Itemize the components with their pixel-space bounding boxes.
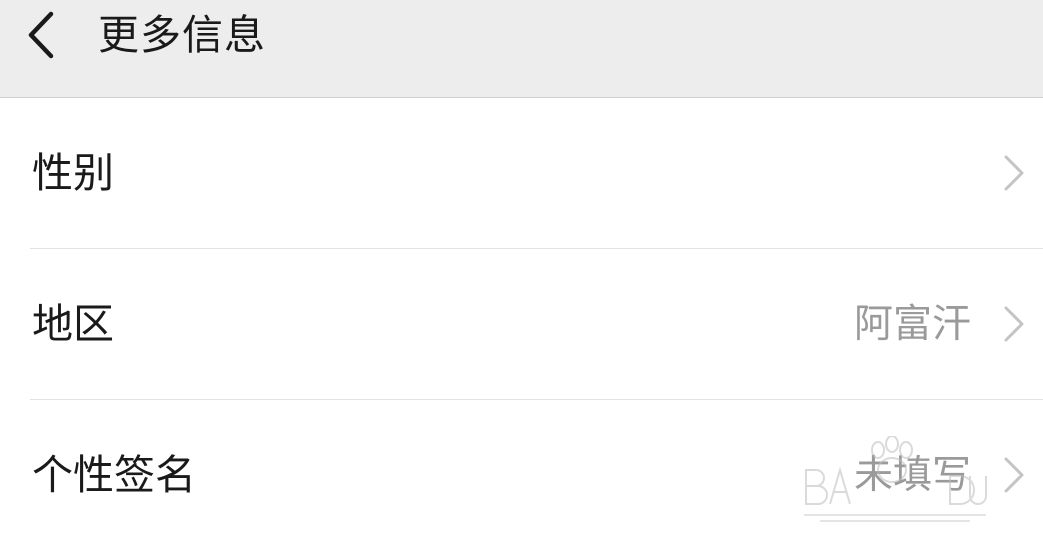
settings-list: 性别 地区 阿富汗 个性签名 未填写 [0,98,1043,547]
chevron-right-icon [1004,155,1024,191]
list-item-label: 地区 [32,300,114,348]
list-item-label: 性别 [32,149,114,197]
top-bar: 更多信息 [0,0,1043,98]
chevron-left-icon [28,11,54,59]
list-item-region[interactable]: 地区 阿富汗 [0,249,1043,400]
page-title: 更多信息 [98,11,266,59]
list-item-gender[interactable]: 性别 [0,98,1043,249]
chevron-right-icon [1004,306,1024,342]
list-item-label: 个性签名 [32,451,196,499]
list-item-value: 阿富汗 [853,302,971,347]
list-item-signature[interactable]: 个性签名 未填写 [0,400,1043,547]
back-button[interactable] [14,6,70,64]
more-info-screen: 更多信息 性别 地区 阿富汗 个性签名 未填写 [0,0,1043,547]
list-item-value: 未填写 [853,453,971,498]
chevron-right-icon [1004,457,1024,493]
